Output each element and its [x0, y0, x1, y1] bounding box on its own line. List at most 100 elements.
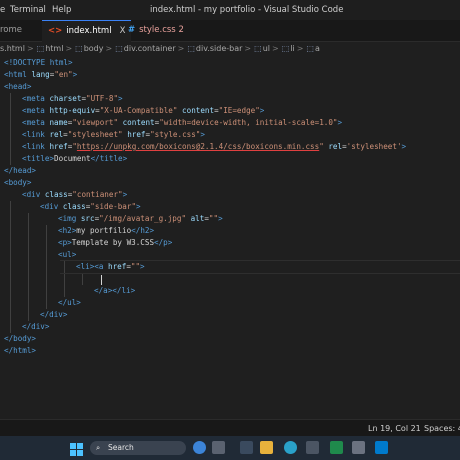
code-token: "/img/avatar_g.jpg" [99, 214, 187, 223]
breadcrumb-ul[interactable]: ul [263, 44, 270, 53]
css-icon: # [128, 25, 136, 35]
tab-style-label: style.css [139, 25, 176, 35]
code-token: "stylesheet" [67, 130, 123, 139]
code-token: <div [22, 190, 45, 199]
menu-item-help[interactable]: Help [52, 5, 71, 15]
code-line-2: <html lang="en"> [4, 70, 78, 79]
code-token: name [49, 118, 68, 127]
code-line-24: </body> [4, 333, 36, 345]
code-token: > [140, 262, 145, 271]
chevron-right-icon: > [244, 44, 252, 53]
code-token: > [118, 94, 123, 103]
code-token: > [218, 214, 223, 223]
tab-index-html[interactable]: <> index.html X [42, 20, 132, 42]
code-token: "style.css" [150, 130, 201, 139]
indent-guide [28, 213, 29, 321]
code-line-11: <body> [4, 177, 31, 189]
indentation-setting[interactable]: Spaces: 4 [424, 424, 460, 433]
breadcrumb-side-bar[interactable]: div.side-bar [196, 44, 243, 53]
code-token: <div [40, 202, 63, 211]
breadcrumb-html[interactable]: html [45, 44, 63, 53]
edge-icon[interactable] [284, 441, 297, 454]
code-token: <li> [76, 262, 95, 271]
code-token: "width=device-width, initial-scale=1.0" [159, 118, 338, 127]
boxicons-link[interactable]: https://unpkg.com/boxicons@2.1.4/css/box… [77, 142, 319, 151]
code-token: <html [4, 70, 32, 79]
app-icon-2[interactable] [352, 441, 365, 454]
code-token: > [337, 118, 343, 127]
breadcrumb-body[interactable]: body [84, 44, 104, 53]
code-token: </li> [112, 286, 136, 295]
task-view-icon[interactable] [212, 441, 225, 454]
tab-partial[interactable]: rome [0, 20, 40, 41]
code-line-6: <meta name="viewport" content="width=dev… [22, 118, 343, 127]
code-token: "contianer" [72, 190, 123, 199]
editor-tabs: rome <> index.html X # style.css 2 [0, 20, 460, 42]
code-token: my portfilio [76, 226, 132, 235]
code-line-3: <head> [4, 81, 31, 93]
code-token: > [200, 130, 205, 139]
code-token: <a [94, 262, 109, 271]
code-token: <body> [4, 178, 32, 187]
code-token: content [122, 118, 155, 127]
cursor-position[interactable]: Ln 19, Col 21 [368, 424, 421, 433]
html-icon: <> [48, 26, 63, 36]
breadcrumb-li[interactable]: li [290, 44, 294, 53]
breadcrumb-container[interactable]: div.container [124, 44, 176, 53]
chevron-right-icon: > [177, 44, 185, 53]
code-token: http-equiv [49, 106, 96, 115]
code-token: alt [190, 214, 205, 223]
code-editor[interactable]: <!DOCTYPE html> <html lang="en"> <head> … [0, 57, 460, 417]
code-token: </p> [154, 238, 173, 247]
code-token: </html> [4, 346, 37, 355]
code-token: 'stylesheet' [346, 142, 402, 151]
code-token: charset [49, 94, 82, 103]
taskbar-search[interactable]: ⌕ Search [90, 441, 186, 455]
code-token: > [122, 190, 128, 199]
window-title: index.html - my portfolio - Visual Studi… [150, 5, 344, 15]
code-line-12: <div class="contianer"> [22, 190, 128, 199]
menu-item-terminal[interactable]: Terminal [10, 5, 46, 15]
code-token: <h2> [58, 226, 77, 235]
code-line-1: <!DOCTYPE html> [4, 57, 73, 69]
code-line-18: <li><a href=""> [76, 262, 145, 271]
breadcrumb-file[interactable]: s.html [0, 44, 25, 53]
windows-start-icon[interactable] [70, 441, 83, 456]
breadcrumb-a[interactable]: a [315, 44, 320, 53]
element-icon: ⬚ [36, 44, 45, 53]
code-line-25: </html> [4, 345, 36, 357]
code-token: src [80, 214, 95, 223]
code-line-23: </div> [22, 321, 49, 333]
windows-taskbar: ⌕ Search [0, 436, 460, 460]
store-icon[interactable] [306, 441, 319, 454]
code-token: "IE=edge" [218, 106, 260, 115]
code-token: <title> [22, 154, 55, 163]
code-token: "side-bar" [90, 202, 137, 211]
code-token: <img [58, 214, 81, 223]
element-icon: ⬚ [254, 44, 262, 53]
vscode-icon[interactable] [375, 441, 388, 454]
code-token: href [49, 142, 68, 151]
widgets-icon[interactable] [240, 441, 253, 454]
search-label: Search [108, 443, 134, 452]
chevron-right-icon: > [296, 44, 304, 53]
code-line-22: </div> [40, 309, 67, 321]
chat-icon[interactable] [193, 441, 206, 454]
code-token: <p> [58, 238, 72, 247]
file-explorer-icon[interactable] [260, 441, 273, 454]
code-token: "UTF-8" [86, 94, 119, 103]
code-line-9: <title>Document</title> [22, 153, 127, 165]
problem-count-badge: 2 [178, 25, 184, 35]
element-icon: ⬚ [115, 44, 123, 53]
element-icon: ⬚ [281, 44, 290, 53]
code-line-13: <div class="side-bar"> [40, 202, 141, 211]
tab-style-css[interactable]: # style.css 2 [122, 20, 190, 41]
menu-item-partial[interactable]: e [0, 5, 5, 15]
indent-guide [10, 201, 11, 333]
code-token: <meta [22, 118, 50, 127]
code-token: </head> [4, 166, 37, 175]
code-token: href [108, 262, 127, 271]
app-icon[interactable] [330, 441, 343, 454]
code-line-8: <link href="https://unpkg.com/boxicons@2… [22, 142, 407, 151]
breadcrumb: s.html > ⬚html > ⬚body > ⬚div.container > ⬚div.s… [0, 42, 460, 56]
